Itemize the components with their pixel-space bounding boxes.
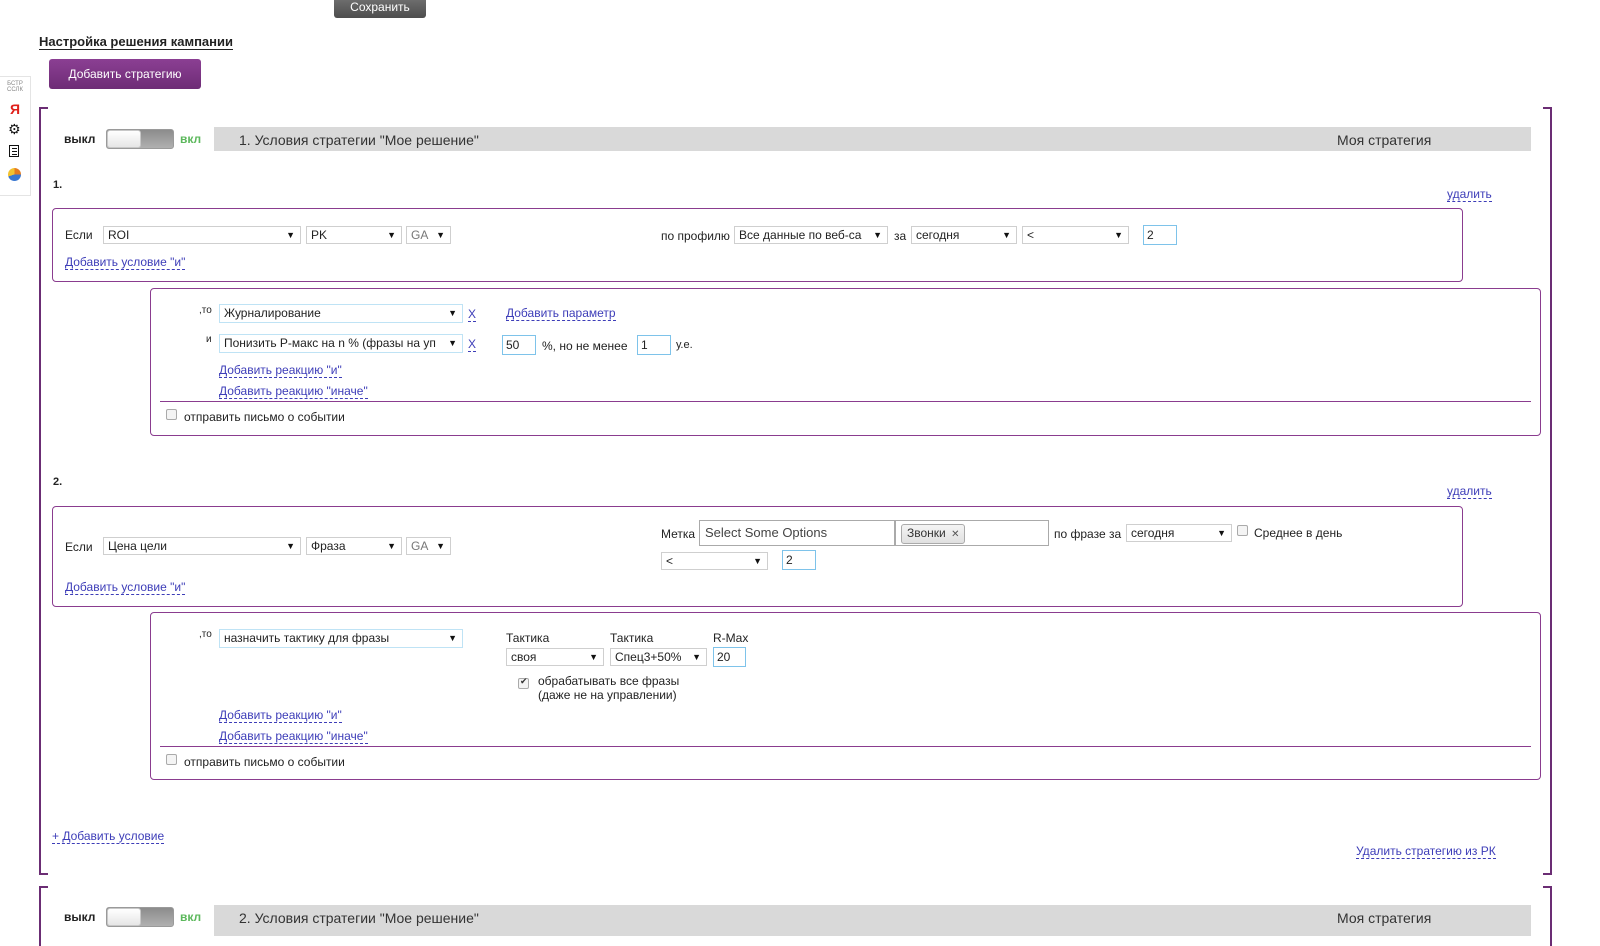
toggle-off-label: выкл xyxy=(64,132,96,146)
then-label: ,то xyxy=(199,629,212,640)
metric-select[interactable]: Цена цели ▼ xyxy=(103,537,301,555)
condition-number: 1. xyxy=(53,179,63,191)
percent-input[interactable]: 50 xyxy=(502,335,536,355)
level-select[interactable]: Фраза ▼ xyxy=(306,537,402,555)
period-label: за xyxy=(894,229,907,243)
condition-box xyxy=(52,208,1463,282)
toggle-on-label: вкл xyxy=(180,910,202,924)
source-select[interactable]: GA ▼ xyxy=(406,226,451,244)
strategy-title: 1. Условия стратегии "Мое решение" xyxy=(239,132,479,148)
strategy-bracket-right xyxy=(1543,886,1552,946)
tactic-label: Тактика xyxy=(610,631,654,645)
min-input[interactable]: 1 xyxy=(637,335,671,355)
phrase-period-label: по фразе за xyxy=(1054,527,1122,541)
remove-action-button[interactable]: X xyxy=(468,337,477,352)
delete-condition-link[interactable]: удалить xyxy=(1447,484,1492,499)
condition-number: 2. xyxy=(53,476,63,488)
tag-multiselect[interactable]: Звонки ✕ xyxy=(895,520,1049,546)
rmax-label: R-Max xyxy=(713,631,749,645)
unit-label: у.е. xyxy=(676,339,693,351)
toggle-off-label: выкл xyxy=(64,910,96,924)
period-select[interactable]: сегодня ▼ xyxy=(911,226,1017,244)
close-icon[interactable]: ✕ xyxy=(951,529,959,540)
add-strategy-button[interactable]: Добавить стратегию xyxy=(49,59,201,89)
strategy-name: Моя стратегия xyxy=(1337,910,1432,926)
threshold-input[interactable]: 2 xyxy=(782,550,816,570)
and-label: и xyxy=(206,334,212,345)
average-label: Среднее в день xyxy=(1254,526,1343,540)
add-reaction-and-link[interactable]: Добавить реакцию "и" xyxy=(219,708,342,723)
average-checkbox[interactable] xyxy=(1237,525,1248,536)
if-label: Если xyxy=(65,228,93,242)
source-select[interactable]: GA ▼ xyxy=(406,537,451,555)
tactic-select[interactable]: своя ▼ xyxy=(506,648,604,666)
gear-icon[interactable]: ⚙ xyxy=(8,122,21,136)
percent-text: %, но не менее xyxy=(542,339,628,353)
tag-search-input[interactable]: Select Some Options xyxy=(699,520,895,546)
rmax-input[interactable]: 20 xyxy=(713,647,746,667)
add-parameter-link[interactable]: Добавить параметр xyxy=(506,306,616,321)
remove-action-button[interactable]: X xyxy=(468,307,477,322)
email-label: отправить письмо о событии xyxy=(184,410,345,424)
strategy-bracket-left xyxy=(39,107,48,875)
strategy-title: 2. Условия стратегии "Мое решение" xyxy=(239,910,479,926)
add-and-condition-link[interactable]: Добавить условие "и" xyxy=(65,580,186,595)
tag-label: Метка xyxy=(661,527,696,541)
metric-select[interactable]: ROI ▼ xyxy=(103,226,301,244)
email-checkbox[interactable] xyxy=(166,754,177,765)
then-label: ,то xyxy=(199,305,212,316)
chart-pie-icon[interactable] xyxy=(8,168,21,181)
strategy-bracket-left xyxy=(39,886,48,946)
operator-select[interactable]: < ▼ xyxy=(661,552,768,570)
action-select[interactable]: Журналирование ▼ xyxy=(219,304,463,323)
quicklinks-label[interactable]: БСТР ССЛК xyxy=(4,81,26,93)
action-select[interactable]: назначить тактику для фразы ▼ xyxy=(219,629,463,648)
operator-select[interactable]: < ▼ xyxy=(1022,226,1129,244)
email-checkbox[interactable] xyxy=(166,409,177,420)
reaction-divider xyxy=(160,746,1531,747)
list-icon[interactable] xyxy=(9,145,19,157)
add-reaction-else-link[interactable]: Добавить реакцию "иначе" xyxy=(219,729,368,744)
process-all-note: (даже не на управлении) xyxy=(538,688,677,702)
email-label: отправить письмо о событии xyxy=(184,755,345,769)
yandex-icon[interactable]: Я xyxy=(10,102,20,116)
tactic-label: Тактика xyxy=(506,631,550,645)
tag-chip: Звонки ✕ xyxy=(901,524,966,544)
side-toolbar: БСТР ССЛК Я ⚙ xyxy=(0,76,31,196)
strategy-toggle[interactable] xyxy=(106,129,174,149)
threshold-input[interactable]: 2 xyxy=(1143,225,1177,245)
delete-condition-link[interactable]: удалить xyxy=(1447,187,1492,202)
toggle-on-label: вкл xyxy=(180,132,202,146)
reaction-divider xyxy=(160,401,1531,402)
add-reaction-else-link[interactable]: Добавить реакцию "иначе" xyxy=(219,384,368,399)
add-condition-link[interactable]: + Добавить условие xyxy=(52,829,165,844)
tactic-select[interactable]: Спец3+50% ▼ xyxy=(610,648,707,666)
delete-strategy-link[interactable]: Удалить стратегию из РК xyxy=(1356,844,1496,859)
period-select[interactable]: сегодня ▼ xyxy=(1126,524,1232,542)
strategy-toggle[interactable] xyxy=(106,907,174,927)
strategy-bracket-right xyxy=(1543,107,1552,875)
add-and-condition-link[interactable]: Добавить условие "и" xyxy=(65,255,186,270)
save-button[interactable]: Сохранить xyxy=(334,0,426,18)
page-title: Настройка решения кампании xyxy=(39,34,233,50)
add-reaction-and-link[interactable]: Добавить реакцию "и" xyxy=(219,363,342,378)
strategy-name: Моя стратегия xyxy=(1337,132,1432,148)
process-all-checkbox[interactable] xyxy=(518,676,529,689)
action-select[interactable]: Понизить Р-макс на n % (фразы на уп ▼ xyxy=(219,334,463,353)
level-select[interactable]: PK ▼ xyxy=(306,226,402,244)
profile-select[interactable]: Все данные по веб-са ▼ xyxy=(734,226,888,244)
profile-label: по профилю xyxy=(661,229,730,243)
if-label: Если xyxy=(65,540,93,554)
process-all-label: обрабатывать все фразы xyxy=(538,674,680,688)
